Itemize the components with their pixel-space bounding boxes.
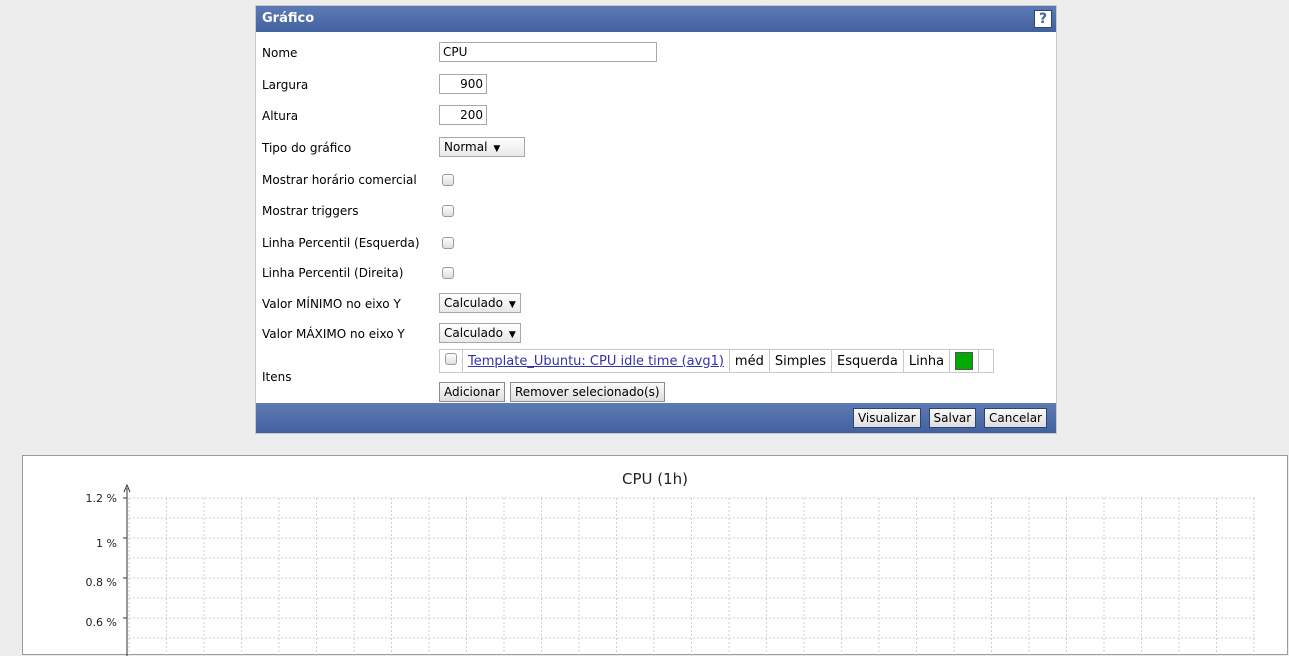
- percentile-right-row: Linha Percentil (Direita): [256, 262, 1056, 286]
- panel-footer: Visualizar Salvar Cancelar: [256, 403, 1056, 433]
- width-row: Largura: [256, 74, 1056, 98]
- graph-grid: [123, 483, 1255, 656]
- graph-type-label: Tipo do gráfico: [262, 141, 352, 155]
- ymax-label: Valor MÁXIMO no eixo Y: [262, 327, 405, 341]
- ymin-label: Valor MÍNIMO no eixo Y: [262, 297, 401, 311]
- add-item-button[interactable]: Adicionar: [439, 382, 506, 402]
- chevron-down-icon: ▼: [493, 144, 501, 154]
- chevron-down-icon: ▼: [508, 300, 516, 310]
- table-row: Template_Ubuntu: CPU idle time (avg1) mé…: [439, 349, 995, 373]
- items-label: Itens: [262, 370, 292, 384]
- ymin-select[interactable]: Calculado ▼: [439, 293, 521, 313]
- y-tick-label: 1.2 %: [85, 492, 117, 505]
- height-input[interactable]: [439, 105, 487, 125]
- width-input[interactable]: [439, 74, 487, 94]
- y-tick-label: 0.8 %: [85, 576, 117, 589]
- item-y-axis: Esquerda: [831, 349, 904, 373]
- cancel-button[interactable]: Cancelar: [984, 408, 1047, 428]
- item-select-cell: [439, 349, 463, 373]
- panel-header: Gráfico ?: [256, 6, 1056, 32]
- y-tick-label: 1 %: [96, 537, 117, 550]
- items-table: Template_Ubuntu: CPU idle time (avg1) mé…: [439, 349, 995, 373]
- item-function: méd: [728, 349, 770, 373]
- triggers-label: Mostrar triggers: [262, 204, 359, 218]
- help-icon[interactable]: ?: [1034, 10, 1052, 28]
- percentile-right-label: Linha Percentil (Direita): [262, 266, 404, 280]
- width-label: Largura: [262, 78, 309, 92]
- work-time-checkbox[interactable]: [442, 174, 454, 186]
- triggers-checkbox[interactable]: [442, 205, 454, 217]
- item-checkbox[interactable]: [445, 353, 457, 365]
- item-type: Linha: [902, 349, 951, 373]
- graph-type-value: Normal: [444, 140, 488, 154]
- name-row: Nome: [256, 42, 1056, 66]
- item-color-swatch[interactable]: [955, 352, 974, 370]
- item-name-cell: Template_Ubuntu: CPU idle time (avg1): [462, 349, 730, 373]
- ymin-row: Valor MÍNIMO no eixo Y Calculado ▼: [256, 293, 1056, 317]
- save-button[interactable]: Salvar: [928, 408, 977, 428]
- preview-button[interactable]: Visualizar: [852, 408, 921, 428]
- height-label: Altura: [262, 109, 299, 123]
- percentile-left-checkbox[interactable]: [442, 237, 454, 249]
- name-input[interactable]: [439, 42, 657, 62]
- remove-selected-button[interactable]: Remover selecionado(s): [509, 382, 665, 402]
- name-label: Nome: [262, 46, 298, 60]
- percentile-right-checkbox[interactable]: [442, 267, 454, 279]
- triggers-row: Mostrar triggers: [256, 200, 1056, 224]
- item-draw-style: Simples: [768, 349, 833, 373]
- item-color-cell: [949, 349, 980, 373]
- percentile-left-label: Linha Percentil (Esquerda): [262, 236, 420, 250]
- ymin-value: Calculado: [444, 296, 503, 310]
- percentile-left-row: Linha Percentil (Esquerda): [256, 232, 1056, 256]
- ymax-value: Calculado: [444, 326, 503, 340]
- work-time-label: Mostrar horário comercial: [262, 173, 417, 187]
- item-extra-cell: [978, 349, 995, 373]
- chevron-down-icon: ▼: [508, 330, 516, 340]
- graph-type-select[interactable]: Normal ▼: [439, 137, 525, 157]
- ymax-select[interactable]: Calculado ▼: [439, 323, 521, 343]
- height-row: Altura: [256, 105, 1056, 129]
- graph-preview: CPU (1h) 1.2 % 1 % 0.8 % 0.6 %: [22, 455, 1288, 656]
- y-tick-label: 0.6 %: [85, 616, 117, 629]
- items-actions: Adicionar Remover selecionado(s): [439, 382, 665, 402]
- ymax-row: Valor MÁXIMO no eixo Y Calculado ▼: [256, 323, 1056, 347]
- work-time-row: Mostrar horário comercial: [256, 169, 1056, 193]
- panel-title: Gráfico: [262, 11, 315, 26]
- graph-type-row: Tipo do gráfico Normal ▼: [256, 137, 1056, 161]
- graph-form-panel: Gráfico ? Nome Largura Altura Tipo do gr…: [255, 5, 1057, 434]
- item-link[interactable]: Template_Ubuntu: CPU idle time (avg1): [468, 354, 724, 369]
